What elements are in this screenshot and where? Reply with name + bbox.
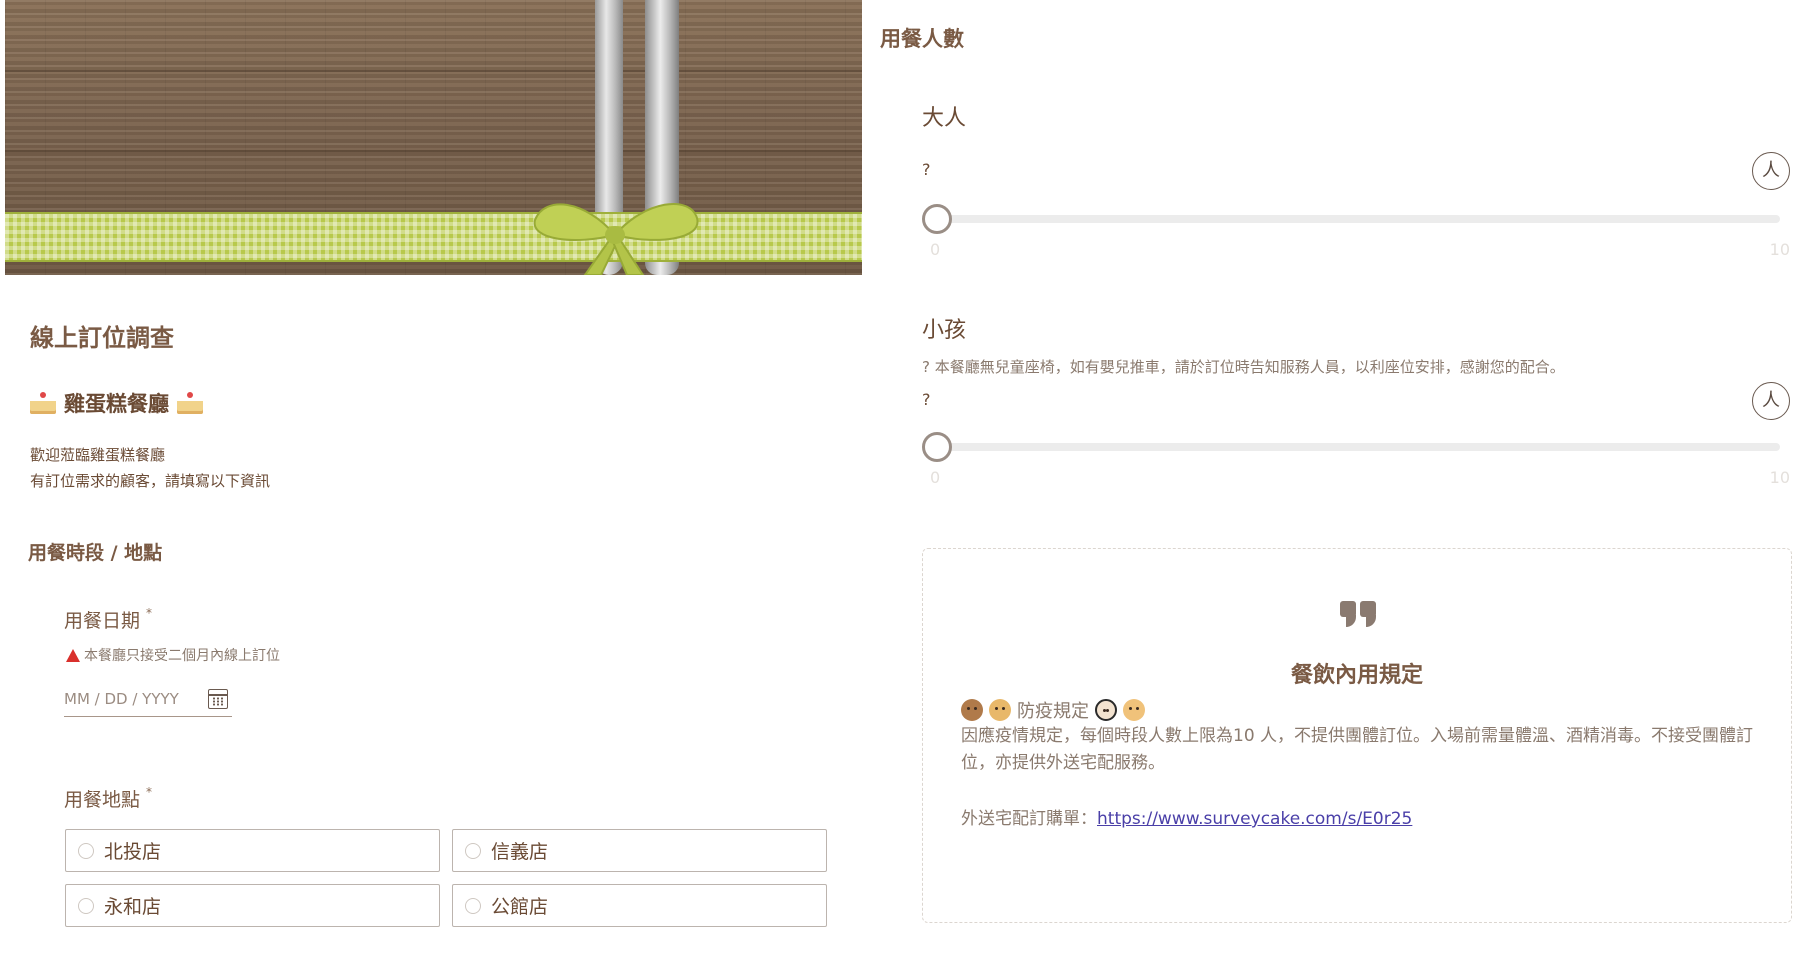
welcome-line: 歡迎蒞臨雞蛋糕餐廳 bbox=[30, 446, 166, 464]
location-options: 北投店 信義店 永和店 公館店 bbox=[65, 829, 827, 927]
children-slider-track[interactable] bbox=[924, 443, 1780, 451]
radio-button[interactable] bbox=[465, 842, 481, 859]
children-question-mark: ? bbox=[922, 390, 931, 409]
required-mark: * bbox=[146, 785, 153, 799]
face-emoji-icon bbox=[1123, 699, 1145, 721]
welcome-text: 歡迎蒞臨雞蛋糕餐廳 有訂位需求的顧客，請填寫以下資訊 bbox=[30, 442, 270, 494]
adults-person-button[interactable]: 人 bbox=[1752, 152, 1790, 190]
date-question-label: 用餐日期 * bbox=[64, 606, 152, 633]
person-icon: 人 bbox=[1762, 390, 1780, 411]
adults-slider-max: 10 bbox=[1769, 240, 1790, 259]
epidemic-rule-heading: 防疫規定 bbox=[961, 697, 1145, 723]
option-label: 公館店 bbox=[491, 896, 549, 918]
children-slider-thumb[interactable] bbox=[922, 432, 952, 462]
welcome-line: 有訂位需求的顧客，請填寫以下資訊 bbox=[30, 472, 271, 490]
radio-button[interactable] bbox=[465, 897, 481, 914]
calendar-icon[interactable] bbox=[208, 689, 228, 709]
plank-seam bbox=[5, 150, 862, 152]
children-note: ? 本餐廳無兒童座椅，如有嬰兒推車，請於訂位時告知服務人員，以利座位安排，感謝您… bbox=[922, 358, 1565, 376]
dining-rules-card: 餐飲內用規定 防疫規定 因應疫情規定，每個時段人數上限為10 人，不提供團體訂位… bbox=[922, 548, 1792, 923]
date-hint-text: 本餐廳只接受二個月內線上訂位 bbox=[84, 648, 280, 664]
warning-triangle-icon bbox=[66, 648, 80, 662]
option-label: 北投店 bbox=[104, 841, 162, 863]
cake-icon bbox=[177, 392, 203, 414]
face-emoji-icon bbox=[989, 699, 1011, 721]
location-option-yonghe[interactable]: 永和店 bbox=[65, 884, 440, 927]
location-option-beitou[interactable]: 北投店 bbox=[65, 829, 440, 872]
radio-button[interactable] bbox=[78, 897, 94, 914]
children-slider-min: 0 bbox=[930, 468, 941, 487]
location-option-xinyi[interactable]: 信義店 bbox=[452, 829, 827, 872]
face-emoji-icon bbox=[961, 699, 983, 721]
children-person-button[interactable]: 人 bbox=[1752, 382, 1790, 420]
option-label: 信義店 bbox=[491, 841, 549, 863]
cake-icon bbox=[30, 392, 56, 414]
epidemic-rule-heading-text: 防疫規定 bbox=[1017, 701, 1089, 722]
children-title: 小孩 bbox=[922, 318, 967, 343]
delivery-order-line: 外送宅配訂購單：https://www.surveycake.com/s/E0r… bbox=[961, 804, 1412, 829]
dining-rules-title: 餐飲內用規定 bbox=[1290, 663, 1423, 688]
restaurant-name-heading: 雞蛋糕餐廳 bbox=[30, 388, 203, 418]
location-question-label: 用餐地點 * bbox=[64, 785, 152, 812]
location-question-text: 用餐地點 bbox=[64, 789, 141, 811]
radio-button[interactable] bbox=[78, 842, 94, 859]
children-slider-block: 小孩 ? 本餐廳無兒童座椅，如有嬰兒推車，請於訂位時告知服務人員，以利座位安排，… bbox=[922, 312, 1790, 492]
date-input[interactable] bbox=[64, 690, 194, 708]
adults-slider-block: 大人 ? 人 0 10 bbox=[922, 100, 1790, 260]
required-mark: * bbox=[146, 606, 153, 620]
person-icon: 人 bbox=[1762, 160, 1780, 181]
delivery-label: 外送宅配訂購單： bbox=[961, 809, 1097, 829]
option-label: 永和店 bbox=[104, 896, 162, 918]
section-title-time-place: 用餐時段 / 地點 bbox=[28, 542, 163, 564]
children-slider-max: 10 bbox=[1769, 468, 1790, 487]
restaurant-name: 雞蛋糕餐廳 bbox=[64, 392, 169, 416]
ribbon-bow-illustration bbox=[533, 203, 699, 275]
delivery-order-link[interactable]: https://www.surveycake.com/s/E0r25 bbox=[1097, 809, 1412, 829]
adults-slider-thumb[interactable] bbox=[922, 204, 952, 234]
adults-question-mark: ? bbox=[922, 160, 931, 179]
section-title-party-size: 用餐人數 bbox=[880, 27, 964, 51]
adults-slider-track[interactable] bbox=[924, 215, 1780, 223]
date-question-text: 用餐日期 bbox=[64, 610, 141, 632]
date-field[interactable] bbox=[64, 682, 232, 717]
face-emoji-icon bbox=[1095, 699, 1117, 721]
hero-banner-image bbox=[5, 0, 862, 275]
ribbon-illustration bbox=[5, 212, 862, 262]
epidemic-rule-text: 因應疫情規定，每個時段人數上限為10 人，不提供團體訂位。入場前需量體溫、酒精消… bbox=[961, 726, 1754, 773]
date-hint: 本餐廳只接受二個月內線上訂位 bbox=[66, 645, 280, 665]
form-title: 線上訂位調查 bbox=[30, 324, 174, 352]
plank-seam bbox=[5, 70, 862, 72]
location-option-gongguan[interactable]: 公館店 bbox=[452, 884, 827, 927]
adults-slider-min: 0 bbox=[930, 240, 941, 259]
adults-title: 大人 bbox=[922, 106, 967, 131]
quote-icon bbox=[1340, 601, 1376, 627]
